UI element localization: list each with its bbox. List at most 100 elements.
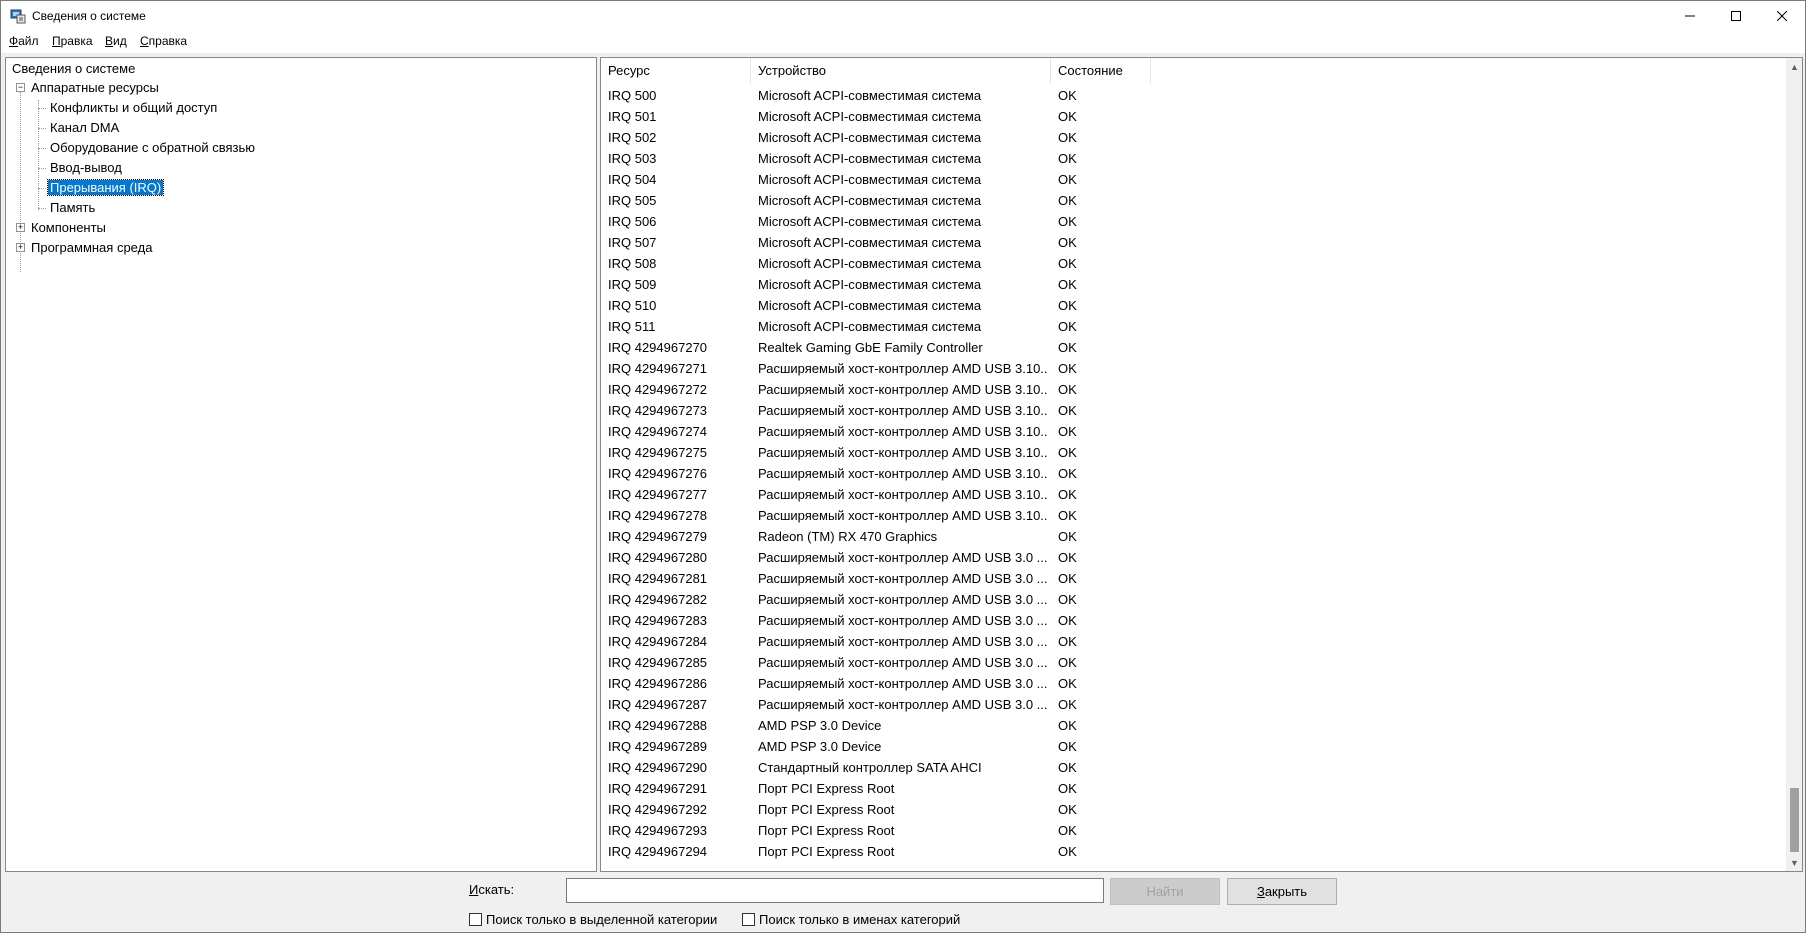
table-row[interactable]: IRQ 4294967272 Расширяемый хост-контролле…	[601, 379, 1786, 400]
device-cell: Расширяемый хост-контроллер AMD USB 3.10…	[758, 382, 1048, 397]
device-cell: Microsoft ACPI-совместимая система	[758, 130, 982, 145]
minimize-button[interactable]	[1667, 1, 1712, 31]
table-row[interactable]: IRQ 4294967286 Расширяемый хост-контролле…	[601, 673, 1786, 694]
table-row[interactable]: IRQ 503 Microsoft ACPI-совместимая систем…	[601, 148, 1786, 169]
table-row[interactable]: IRQ 509 Microsoft ACPI-совместимая систем…	[601, 274, 1786, 295]
title-bar[interactable]: Сведения о системе	[1, 1, 1805, 31]
tree-item-system-summary[interactable]: Сведения о системе	[12, 60, 135, 78]
scroll-down-icon[interactable]: ▼	[1786, 854, 1802, 871]
table-row[interactable]: IRQ 501 Microsoft ACPI-совместимая систем…	[601, 106, 1786, 127]
state-cell: OK	[1058, 466, 1077, 481]
device-cell: Расширяемый хост-контроллер AMD USB 3.0 …	[758, 613, 1048, 628]
table-row[interactable]: IRQ 502 Microsoft ACPI-совместимая систем…	[601, 127, 1786, 148]
table-row[interactable]: IRQ 506 Microsoft ACPI-совместимая систем…	[601, 211, 1786, 232]
table-row[interactable]: IRQ 4294967278 Расширяемый хост-контролле…	[601, 505, 1786, 526]
table-row[interactable]: IRQ 4294967291 Порт PCI Express Root OK	[601, 778, 1786, 799]
resource-cell: IRQ 4294967273	[608, 403, 708, 418]
state-cell: OK	[1058, 88, 1077, 103]
tree-item-hardware-resources[interactable]: Аппаратные ресурсы	[31, 79, 159, 97]
state-cell: OK	[1058, 655, 1077, 670]
menu-edit[interactable]: Правка	[52, 34, 93, 48]
table-row[interactable]: IRQ 4294967281 Расширяемый хост-контролле…	[601, 568, 1786, 589]
tree-item-conflicts[interactable]: Конфликты и общий доступ	[50, 99, 217, 117]
tree-item-label: Аппаратные ресурсы	[31, 80, 159, 95]
scroll-thumb[interactable]	[1790, 788, 1799, 852]
expand-icon[interactable]: +	[16, 243, 25, 252]
table-row[interactable]: IRQ 4294967276 Расширяемый хост-контролле…	[601, 463, 1786, 484]
state-cell: OK	[1058, 403, 1077, 418]
table-row[interactable]: IRQ 4294967288 AMD PSP 3.0 Device OK	[601, 715, 1786, 736]
tree-item-software-environment[interactable]: Программная среда	[31, 239, 152, 257]
column-header-state[interactable]: Состояние	[1051, 58, 1151, 84]
table-row[interactable]: IRQ 4294967289 AMD PSP 3.0 Device OK	[601, 736, 1786, 757]
collapse-icon[interactable]: −	[16, 83, 25, 92]
device-cell: Microsoft ACPI-совместимая система	[758, 235, 982, 250]
list-header: Ресурс Устройство Состояние	[601, 58, 1786, 84]
search-category-names-checkbox[interactable]: Поиск только в именах категорий	[742, 912, 960, 927]
state-cell: OK	[1058, 571, 1077, 586]
search-selected-category-checkbox[interactable]: Поиск только в выделенной категории	[469, 912, 717, 927]
device-cell: Microsoft ACPI-совместимая система	[758, 151, 982, 166]
table-row[interactable]: IRQ 4294967287 Расширяемый хост-контролле…	[601, 694, 1786, 715]
table-row[interactable]: IRQ 4294967280 Расширяемый хост-контролле…	[601, 547, 1786, 568]
table-row[interactable]: IRQ 4294967293 Порт PCI Express Root OK	[601, 820, 1786, 841]
table-row[interactable]: IRQ 508 Microsoft ACPI-совместимая систем…	[601, 253, 1786, 274]
menu-file[interactable]: Файл	[9, 34, 39, 48]
tree-item-label: Программная среда	[31, 240, 153, 255]
table-row[interactable]: IRQ 4294967283 Расширяемый хост-контролле…	[601, 610, 1786, 631]
column-header-device[interactable]: Устройство	[751, 58, 1051, 84]
find-button[interactable]: Найти	[1110, 878, 1220, 905]
table-row[interactable]: IRQ 500 Microsoft ACPI-совместимая систем…	[601, 85, 1786, 106]
tree-connector	[38, 208, 46, 209]
table-row[interactable]: IRQ 4294967294 Порт PCI Express Root OK	[601, 841, 1786, 862]
table-row[interactable]: IRQ 4294967285 Расширяемый хост-контролле…	[601, 652, 1786, 673]
close-window-button[interactable]	[1759, 1, 1804, 31]
expand-icon[interactable]: +	[16, 223, 25, 232]
table-row[interactable]: IRQ 4294967273 Расширяемый хост-контролле…	[601, 400, 1786, 421]
table-row[interactable]: IRQ 510 Microsoft ACPI-совместимая систем…	[601, 295, 1786, 316]
vertical-scrollbar[interactable]: ▲ ▼	[1786, 58, 1802, 871]
resource-cell: IRQ 4294967289	[608, 739, 708, 754]
resource-cell: IRQ 4294967279	[608, 529, 708, 544]
search-input[interactable]	[566, 878, 1104, 903]
tree-connector	[38, 148, 46, 149]
resource-cell: IRQ 4294967287	[608, 697, 708, 712]
scroll-up-icon[interactable]: ▲	[1786, 58, 1802, 75]
close-button[interactable]: Закрыть	[1227, 878, 1337, 905]
table-row[interactable]: IRQ 511 Microsoft ACPI-совместимая систем…	[601, 316, 1786, 337]
tree-item-memory[interactable]: Память	[50, 199, 95, 217]
category-tree[interactable]: Сведения о системе − Аппаратные ресурсы …	[5, 57, 597, 872]
table-row[interactable]: IRQ 504 Microsoft ACPI-совместимая систем…	[601, 169, 1786, 190]
table-row[interactable]: IRQ 4294967290 Стандартный контроллер SAT…	[601, 757, 1786, 778]
table-row[interactable]: IRQ 4294967292 Порт PCI Express Root OK	[601, 799, 1786, 820]
menu-view[interactable]: Вид	[105, 34, 127, 48]
table-row[interactable]: IRQ 507 Microsoft ACPI-совместимая систем…	[601, 232, 1786, 253]
table-row[interactable]: IRQ 4294967270 Realtek Gaming GbE Family …	[601, 337, 1786, 358]
table-row[interactable]: IRQ 4294967277 Расширяемый хост-контролле…	[601, 484, 1786, 505]
table-row[interactable]: IRQ 4294967274 Расширяемый хост-контролле…	[601, 421, 1786, 442]
tree-item-dma[interactable]: Канал DMA	[50, 119, 119, 137]
checkbox-box[interactable]	[469, 913, 482, 926]
tree-item-io[interactable]: Ввод-вывод	[50, 159, 122, 177]
table-row[interactable]: IRQ 4294967284 Расширяемый хост-контролле…	[601, 631, 1786, 652]
tree-item-components[interactable]: Компоненты	[31, 219, 106, 237]
tree-item-forced-hardware[interactable]: Оборудование с обратной связью	[50, 139, 255, 157]
state-cell: OK	[1058, 508, 1077, 523]
table-row[interactable]: IRQ 4294967282 Расширяемый хост-контролле…	[601, 589, 1786, 610]
menu-help[interactable]: Справка	[140, 34, 187, 48]
table-row[interactable]: IRQ 4294967279 Radeon (TM) RX 470 Graphic…	[601, 526, 1786, 547]
tree-connector	[38, 168, 46, 169]
table-row[interactable]: IRQ 4294967275 Расширяемый хост-контролле…	[601, 442, 1786, 463]
maximize-button[interactable]	[1713, 1, 1758, 31]
tree-item-irq[interactable]: Прерывания (IRQ)	[46, 179, 165, 197]
table-row[interactable]: IRQ 505 Microsoft ACPI-совместимая систем…	[601, 190, 1786, 211]
tree-connector	[38, 128, 46, 129]
table-row[interactable]: IRQ 4294967271 Расширяемый хост-контролле…	[601, 358, 1786, 379]
state-cell: OK	[1058, 424, 1077, 439]
tree-item-label: Канал DMA	[50, 120, 120, 135]
resource-cell: IRQ 505	[608, 193, 657, 208]
checkbox-box[interactable]	[742, 913, 755, 926]
device-cell: AMD PSP 3.0 Device	[758, 739, 882, 754]
column-header-resource[interactable]: Ресурс	[601, 58, 751, 84]
details-list[interactable]: Ресурс Устройство Состояние IRQ 500 Micro…	[600, 57, 1803, 872]
